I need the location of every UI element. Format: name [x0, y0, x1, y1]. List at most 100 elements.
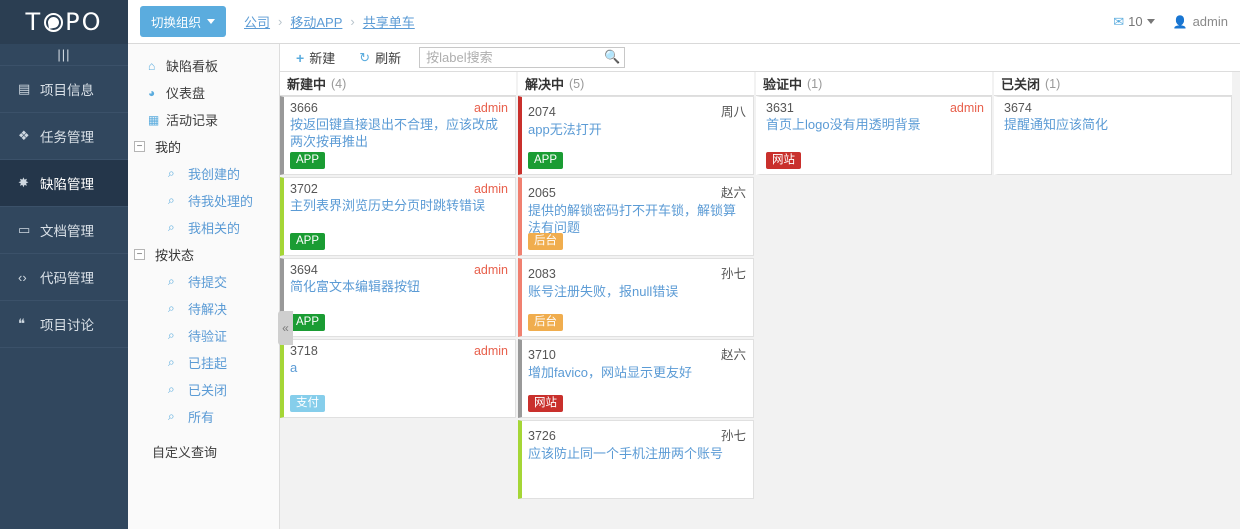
card[interactable]: 3718 admin a 支付	[280, 339, 516, 418]
submenu-group-by-status[interactable]: − 按状态	[128, 241, 279, 268]
column-count: (5)	[569, 76, 585, 91]
sidebar-item-task-management[interactable]: ❖ 任务管理	[0, 113, 128, 160]
submenu-item-closed[interactable]: ⌕ 已关闭	[128, 376, 279, 403]
card[interactable]: 3674 提醒通知应该简化	[994, 96, 1232, 175]
column-count: (1)	[1045, 76, 1061, 91]
collapse-toggle-icon[interactable]: −	[134, 249, 145, 260]
plus-icon: +	[296, 49, 305, 66]
search-input[interactable]	[419, 47, 626, 68]
submenu-item-all[interactable]: ⌕ 所有	[128, 403, 279, 430]
card-tag: APP	[528, 152, 564, 169]
refresh-icon: ↻	[359, 49, 371, 65]
card[interactable]: 3631 admin 首页上logo没有用透明背景 网站	[756, 96, 992, 175]
breadcrumb-item-company[interactable]: 公司	[244, 12, 270, 31]
card[interactable]: 2074 周八 app无法打开 APP	[518, 96, 754, 175]
logo-letter-t: T	[25, 8, 43, 36]
card-tag: 支付	[290, 395, 325, 412]
refresh-button[interactable]: ↻ 刷新	[347, 48, 413, 67]
submenu-item-assigned-to-me[interactable]: ⌕ 待我处理的	[128, 187, 279, 214]
refresh-button-label: 刷新	[375, 51, 402, 66]
sidebar-collapse-toggle[interactable]: |||	[0, 44, 128, 66]
card-header: 3631 admin	[766, 101, 984, 115]
column-header: 已关闭 (1)	[994, 72, 1232, 96]
submenu-item-pending-resolve[interactable]: ⌕ 待解决	[128, 295, 279, 322]
breadcrumb-item-shared-bike[interactable]: 共享单车	[363, 12, 415, 31]
breadcrumb-item-mobile-app[interactable]: 移动APP	[290, 12, 342, 31]
card[interactable]: 3694 admin 简化富文本编辑器按钮 APP	[280, 258, 516, 337]
chevron-down-icon	[1146, 19, 1155, 24]
card-tag: 网站	[528, 395, 563, 412]
column-title: 验证中	[763, 77, 803, 92]
chevron-down-icon	[207, 19, 216, 24]
home-icon: ⌂	[148, 58, 156, 73]
card-title: 主列表界浏览历史分页时跳转错误	[290, 198, 486, 213]
sidebar-item-project-info[interactable]: ▤ 项目信息	[0, 66, 128, 113]
card-title: 提供的解锁密码打不开车锁，解锁算法有问题	[528, 203, 737, 233]
submenu-item-created-by-me[interactable]: ⌕ 我创建的	[128, 160, 279, 187]
activity-icon: ▦	[148, 112, 160, 127]
card[interactable]: 3666 admin 按返回键直接退出不合理，应该改成两次按再推出 APP	[280, 96, 516, 175]
submenu-group-mine[interactable]: − 我的	[128, 133, 279, 160]
submenu-item-suspended[interactable]: ⌕ 已挂起	[128, 349, 279, 376]
card-tag: APP	[290, 233, 326, 250]
submenu-item-label: 已挂起	[188, 356, 228, 371]
card-tags: 网站	[766, 152, 984, 169]
card[interactable]: 2065 赵六 提供的解锁密码打不开车锁，解锁算法有问题 后台	[518, 177, 754, 256]
card-header: 2065 赵六	[528, 182, 746, 201]
collapse-toggle-icon[interactable]: −	[134, 141, 145, 152]
submenu-item-pending-verify[interactable]: ⌕ 待验证	[128, 322, 279, 349]
defect-board: + 新建 ↻ 刷新 🔍 新建	[280, 44, 1240, 529]
card[interactable]: 3726 孙七 应该防止同一个手机注册两个账号	[518, 420, 754, 499]
user-name: admin	[1192, 14, 1228, 29]
card-id: 3710	[528, 348, 556, 362]
secondary-sidebar: ⌂ 缺陷看板 ◕ 仪表盘 ▦ 活动记录 − 我的 ⌕ 我创建的 ⌕ 待我处理的 …	[128, 44, 293, 529]
sidebar-item-code-management[interactable]: ‹› 代码管理	[0, 254, 128, 301]
panel-collapse-handle[interactable]: «	[278, 311, 293, 345]
sidebar-item-label: 代码管理	[40, 271, 94, 286]
search-icon: ⌕	[168, 328, 175, 342]
card[interactable]: 3702 admin 主列表界浏览历史分页时跳转错误 APP	[280, 177, 516, 256]
card-tags: APP	[290, 152, 508, 169]
user-menu[interactable]: 👤 admin	[1173, 14, 1228, 29]
board-column-new: 新建中 (4) 3666 admin 按返回键直接退出不合理，应该改成两次按再推…	[280, 72, 518, 529]
sidebar-item-defect-management[interactable]: ✸ 缺陷管理	[0, 160, 128, 207]
submenu-item-custom-query[interactable]: 自定义查询	[128, 438, 279, 465]
submenu-item-dashboard[interactable]: ◕ 仪表盘	[128, 79, 279, 106]
submenu-item-label: 待我处理的	[188, 194, 254, 209]
messages-menu[interactable]: ✉ 10	[1113, 14, 1155, 30]
card-id: 3702	[290, 182, 318, 196]
sidebar-item-document-management[interactable]: ▭ 文档管理	[0, 207, 128, 254]
card-assignee: 孙七	[720, 429, 746, 443]
message-count: 10	[1128, 14, 1143, 29]
card-header: 3674	[1004, 101, 1224, 115]
logo-mark-icon	[44, 12, 64, 32]
submenu-item-related-to-me[interactable]: ⌕ 我相关的	[128, 214, 279, 241]
search-icon: ⌕	[168, 382, 175, 396]
sidebar-item-project-discussion[interactable]: ❝ 项目讨论	[0, 301, 128, 348]
column-title: 已关闭	[1001, 77, 1041, 92]
column-count: (1)	[807, 76, 823, 91]
search-icon: ⌕	[168, 355, 175, 369]
card[interactable]: 3710 赵六 增加favico，网站显示更友好 网站	[518, 339, 754, 418]
person-icon: 👤	[1172, 14, 1188, 29]
search-icon[interactable]: 🔍	[604, 49, 620, 65]
card-title: 按返回键直接退出不合理，应该改成两次按再推出	[290, 117, 499, 149]
column-header: 新建中 (4)	[280, 72, 516, 96]
switch-organization-button[interactable]: 切换组织	[140, 6, 227, 37]
submenu-item-defect-board[interactable]: ⌂ 缺陷看板	[128, 52, 279, 79]
card-header: 3726 孙七	[528, 425, 746, 444]
board-toolbar: + 新建 ↻ 刷新 🔍	[280, 44, 1240, 72]
new-button[interactable]: + 新建	[284, 48, 347, 67]
column-cards: 3674 提醒通知应该简化	[994, 96, 1232, 529]
search-icon: ⌕	[168, 193, 175, 207]
submenu-item-label: 仪表盘	[166, 86, 206, 101]
card-tags: 网站	[528, 395, 746, 412]
submenu-item-pending-submit[interactable]: ⌕ 待提交	[128, 268, 279, 295]
submenu-item-label: 待验证	[188, 329, 228, 344]
submenu-item-activity-log[interactable]: ▦ 活动记录	[128, 106, 279, 133]
top-bar: 切换组织 公司 › 移动APP › 共享单车 ✉ 10 👤 admin	[128, 0, 1240, 44]
new-button-label: 新建	[309, 51, 336, 66]
card[interactable]: 2083 孙七 账号注册失败，报null错误 后台	[518, 258, 754, 337]
card-title: 提醒通知应该简化	[1004, 117, 1109, 132]
card-assignee: admin	[473, 182, 508, 196]
